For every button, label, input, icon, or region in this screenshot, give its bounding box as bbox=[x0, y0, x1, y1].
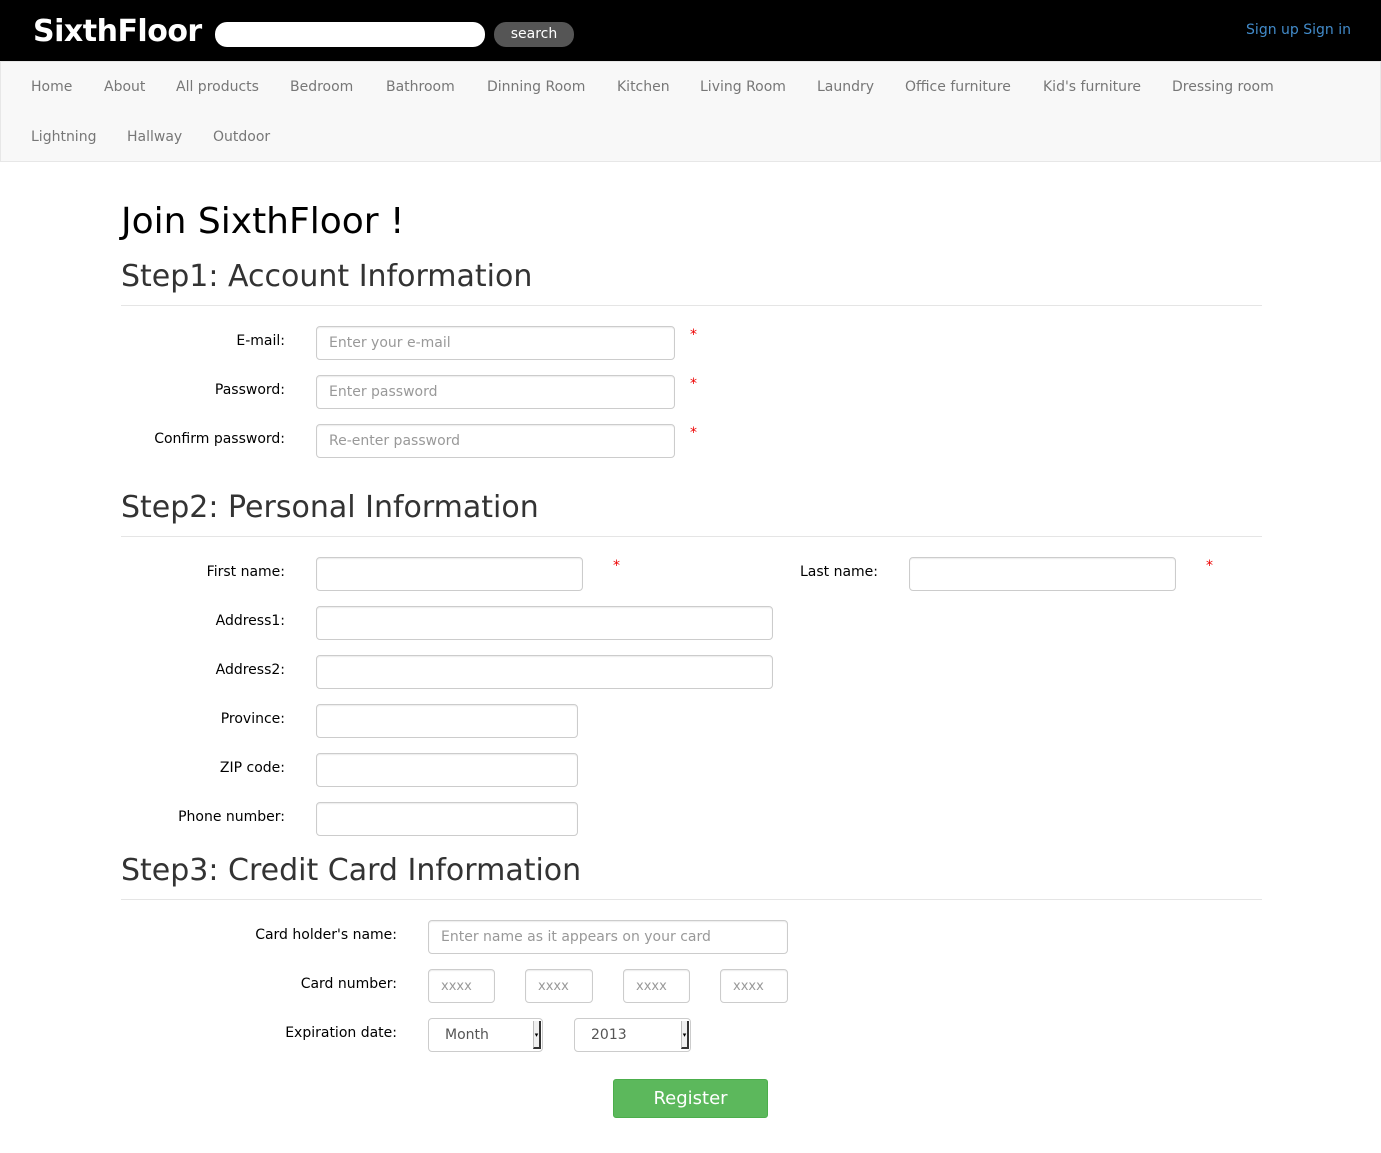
category-nav: Home About All products Bedroom Bathroom… bbox=[0, 61, 1381, 162]
step2-title: Step2: Personal Information bbox=[121, 490, 539, 525]
step2-divider bbox=[121, 536, 1262, 537]
card-holder-label: Card holder's name: bbox=[255, 927, 397, 943]
confirm-password-field[interactable] bbox=[316, 424, 675, 458]
chevron-down-icon: ▾ bbox=[533, 1021, 541, 1049]
address1-field[interactable] bbox=[316, 606, 773, 640]
card-number-field-3[interactable] bbox=[623, 969, 690, 1003]
last-name-required-mark: * bbox=[1206, 558, 1213, 574]
confirm-password-label: Confirm password: bbox=[154, 431, 285, 447]
first-name-label: First name: bbox=[206, 564, 285, 580]
expiration-label: Expiration date: bbox=[285, 1025, 397, 1041]
address2-field[interactable] bbox=[316, 655, 773, 689]
signin-link[interactable]: Sign in bbox=[1303, 22, 1351, 38]
password-field[interactable] bbox=[316, 375, 675, 409]
email-field[interactable] bbox=[316, 326, 675, 360]
expiration-month-select[interactable]: Month ▾ bbox=[428, 1018, 543, 1052]
nav-item-kitchen[interactable]: Kitchen bbox=[617, 78, 670, 96]
expiration-year-value: 2013 bbox=[591, 1027, 627, 1043]
password-label: Password: bbox=[214, 382, 285, 398]
step1-divider bbox=[121, 305, 1262, 306]
nav-item-dressing-room[interactable]: Dressing room bbox=[1172, 78, 1274, 96]
phone-number-label: Phone number: bbox=[178, 809, 285, 825]
province-field[interactable] bbox=[316, 704, 578, 738]
address1-label: Address1: bbox=[215, 613, 285, 629]
card-number-label: Card number: bbox=[300, 976, 397, 992]
card-number-field-2[interactable] bbox=[525, 969, 593, 1003]
expiration-month-value: Month bbox=[445, 1027, 489, 1043]
first-name-field[interactable] bbox=[316, 557, 583, 591]
step1-title: Step1: Account Information bbox=[121, 259, 533, 294]
nav-item-hallway[interactable]: Hallway bbox=[127, 128, 182, 146]
province-label: Province: bbox=[220, 711, 285, 727]
nav-item-living-room[interactable]: Living Room bbox=[700, 78, 786, 96]
brand-logo[interactable]: SixthFloor bbox=[33, 14, 202, 50]
last-name-label: Last name: bbox=[799, 564, 878, 580]
nav-item-bedroom[interactable]: Bedroom bbox=[290, 78, 353, 96]
signup-link[interactable]: Sign up bbox=[1246, 22, 1299, 38]
nav-item-about[interactable]: About bbox=[104, 78, 145, 96]
email-required-mark: * bbox=[690, 327, 697, 343]
card-holder-field[interactable] bbox=[428, 920, 788, 954]
nav-item-office-furniture[interactable]: Office furniture bbox=[905, 78, 1011, 96]
zip-code-label: ZIP code: bbox=[219, 760, 285, 776]
search-input[interactable] bbox=[215, 22, 485, 47]
auth-links: Sign up Sign in bbox=[1246, 21, 1351, 39]
register-button[interactable]: Register bbox=[613, 1079, 768, 1118]
nav-item-outdoor[interactable]: Outdoor bbox=[213, 128, 270, 146]
step3-title: Step3: Credit Card Information bbox=[121, 853, 582, 888]
nav-item-kids-furniture[interactable]: Kid's furniture bbox=[1043, 78, 1141, 96]
email-label: E-mail: bbox=[236, 333, 285, 349]
nav-item-bathroom[interactable]: Bathroom bbox=[386, 78, 455, 96]
last-name-field[interactable] bbox=[909, 557, 1176, 591]
phone-number-field[interactable] bbox=[316, 802, 578, 836]
zip-code-field[interactable] bbox=[316, 753, 578, 787]
nav-item-home[interactable]: Home bbox=[31, 78, 72, 96]
expiration-year-select[interactable]: 2013 ▾ bbox=[574, 1018, 691, 1052]
search-button[interactable]: search bbox=[494, 22, 574, 47]
page-title: Join SixthFloor ! bbox=[121, 201, 405, 242]
first-name-required-mark: * bbox=[613, 558, 620, 574]
nav-item-lightning[interactable]: Lightning bbox=[31, 128, 96, 146]
confirm-password-required-mark: * bbox=[690, 425, 697, 441]
card-number-field-1[interactable] bbox=[428, 969, 495, 1003]
top-bar: SixthFloor search Sign up Sign in bbox=[0, 0, 1381, 61]
card-number-field-4[interactable] bbox=[720, 969, 788, 1003]
step3-divider bbox=[121, 899, 1262, 900]
nav-item-laundry[interactable]: Laundry bbox=[817, 78, 874, 96]
nav-item-all-products[interactable]: All products bbox=[176, 78, 259, 96]
password-required-mark: * bbox=[690, 376, 697, 392]
chevron-down-icon: ▾ bbox=[681, 1021, 689, 1049]
nav-item-dinning-room[interactable]: Dinning Room bbox=[487, 78, 585, 96]
address2-label: Address2: bbox=[215, 662, 285, 678]
